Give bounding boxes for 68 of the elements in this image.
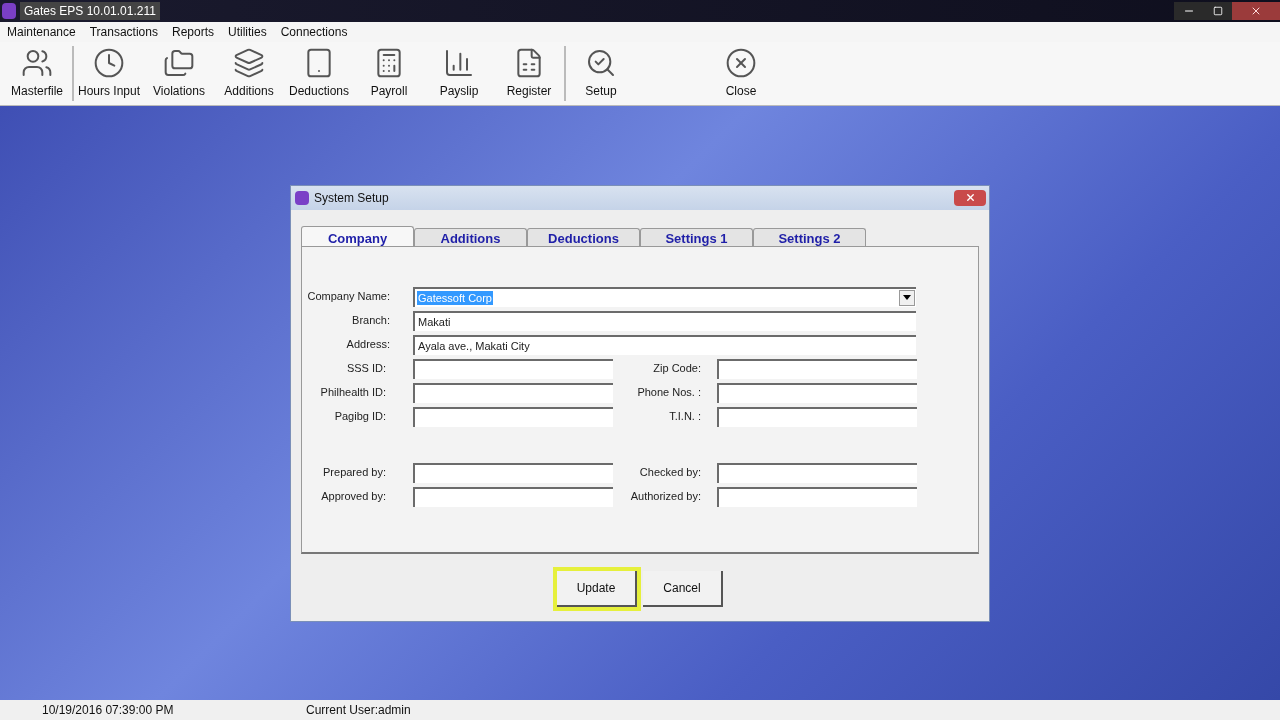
field-label: Prepared by: [322,465,386,481]
status-datetime: 10/19/2016 07:39:00 PM [42,702,175,719]
field-label: Checked by: [638,465,701,481]
tab[interactable]: Additions [414,227,527,246]
text-field[interactable] [413,486,613,507]
menu-item[interactable]: Reports [171,23,214,41]
text-field[interactable] [717,406,917,427]
text-field[interactable]: Makati [413,310,916,331]
field-label: Zip Code: [652,361,701,377]
minimize-button[interactable] [1174,2,1204,20]
app-logo-icon [2,3,16,19]
stack-icon [233,47,265,79]
text-field[interactable] [413,406,613,427]
toolbar-button[interactable]: Register [494,42,564,105]
clock-icon [93,47,125,79]
text-field[interactable] [717,486,917,507]
field-label: Address: [345,337,390,353]
dialog-button[interactable]: Cancel [643,571,723,607]
field-label: Approved by: [320,489,386,505]
close-icon [725,47,757,79]
field-value: Ayala ave., Makati City [417,338,531,353]
text-field[interactable] [413,382,613,403]
field-value: Makati [417,314,452,329]
tab[interactable]: Deductions [527,227,640,246]
tab[interactable]: Company [301,225,414,246]
field-label: SSS ID: [345,361,386,377]
toolbar-button[interactable]: Setup [566,42,636,105]
text-field[interactable] [717,382,917,403]
text-field[interactable] [413,462,613,483]
toolbar-button[interactable]: Deductions [284,42,354,105]
field-label: Company Name: [306,289,390,305]
tab[interactable]: Settings 2 [753,227,866,246]
toolbar-button[interactable]: Payslip [424,42,494,105]
toolbar-button[interactable]: Additions [214,42,284,105]
toolbar-button[interactable]: Close [706,42,776,105]
field-label: Branch: [351,313,390,329]
field-label: Phone Nos. : [636,385,701,401]
field-label: Philhealth ID: [319,385,386,401]
field-value: Gatessoft Corp [417,290,493,305]
text-field[interactable] [413,358,613,379]
toolbar-button[interactable]: Payroll [354,42,424,105]
menu-item[interactable]: Transactions [89,23,158,41]
menu-item[interactable]: Connections [280,23,348,41]
maximize-button[interactable] [1204,2,1232,20]
tab[interactable]: Settings 1 [640,227,753,246]
people-icon [21,47,53,79]
toolbar-button[interactable]: Violations [144,42,214,105]
dialog-close-button[interactable] [954,189,986,206]
status-user: Current User:admin [306,702,411,719]
menu-item[interactable]: Maintenance [7,23,76,41]
window-title: Gates EPS 10.01.01.211 [20,2,160,20]
field-label: Authorized by: [629,489,701,505]
toolbar-button[interactable]: Hours Input [74,42,144,105]
bar-chart-icon [443,47,475,79]
close-icon [1250,5,1262,17]
toolbar-button[interactable]: Masterfile [2,42,72,105]
folders-icon [163,47,195,79]
dialog-logo-icon [295,190,309,205]
dialog-title: System Setup [314,189,389,207]
text-field[interactable] [717,358,917,379]
field-label: T.I.N. : [668,409,701,425]
close-icon [964,192,976,203]
menu-item[interactable]: Utilities [228,23,267,41]
text-field[interactable] [717,462,917,483]
maximize-icon [1213,6,1223,16]
magnifier-icon [585,47,617,79]
text-field[interactable]: Ayala ave., Makati City [413,334,916,355]
field-label: Pagibg ID: [333,409,386,425]
